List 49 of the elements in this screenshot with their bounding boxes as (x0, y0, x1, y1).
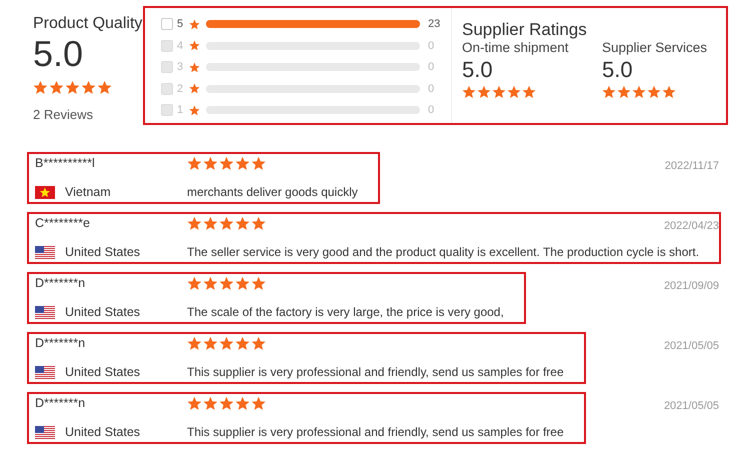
reviewer-name: D*******n (35, 276, 86, 291)
flag-icon (35, 306, 55, 318)
review-text: merchants deliver goods quickly (187, 185, 358, 199)
rating-label: 1 (177, 104, 184, 116)
review-text: The seller service is very good and the product quality is excellent. The production cycle is short. (187, 245, 700, 259)
rating-label: 2 (177, 82, 184, 95)
section-title: Supplier Ratings (462, 20, 588, 40)
flag-icon (35, 426, 55, 438)
score: 5.0 (33, 34, 84, 74)
rating-count: 23 (428, 18, 440, 30)
rating-label: Supplier Services (602, 40, 708, 55)
star-icon (189, 40, 200, 52)
review-text: This supplier is very professional and friendly, send us samples for free (187, 425, 564, 439)
country-name: United States (65, 245, 140, 259)
rating-label: 3 (177, 61, 184, 74)
review-text: The scale of the factory is very large, the price is very good, (187, 305, 504, 319)
star-icon (189, 62, 200, 73)
checkbox[interactable] (161, 18, 173, 30)
review-date: 2021/05/05 (664, 340, 719, 352)
flag-icon (35, 366, 55, 378)
reviewer-name: D*******n (35, 336, 86, 351)
country-name: United States (65, 425, 140, 439)
rating-count: 0 (428, 104, 434, 116)
star-icon (189, 83, 200, 94)
reviewer-name: C********e (35, 216, 91, 231)
review-date: 2021/05/05 (664, 400, 719, 412)
flag-icon (35, 186, 55, 198)
rating-label: 4 (177, 40, 184, 52)
review-date: 2022/11/17 (664, 160, 719, 172)
rating-label: On-time shipment (462, 40, 570, 55)
section-title: Product Quality (33, 14, 142, 34)
review-text: This supplier is very professional and friendly, send us samples for free (187, 365, 564, 379)
country-name: United States (65, 365, 140, 379)
reviewer-name: B**********l (35, 156, 96, 171)
review-count: 2 Reviews (33, 107, 94, 122)
rating-count: 0 (428, 40, 434, 52)
review-date: 2022/04/23 (664, 220, 719, 232)
score: 5.0 (602, 57, 634, 83)
rating-count: 0 (428, 61, 434, 74)
reviewer-name: D*******n (35, 396, 86, 411)
rating-label: 5 (177, 18, 184, 30)
country-name: Vietnam (65, 185, 111, 199)
star-icon (189, 18, 200, 30)
country-name: United States (65, 305, 140, 319)
star-icon (189, 104, 200, 116)
review-date: 2021/09/09 (664, 280, 719, 292)
score: 5.0 (462, 57, 494, 83)
rating-count: 0 (428, 82, 434, 95)
flag-icon (35, 246, 55, 258)
